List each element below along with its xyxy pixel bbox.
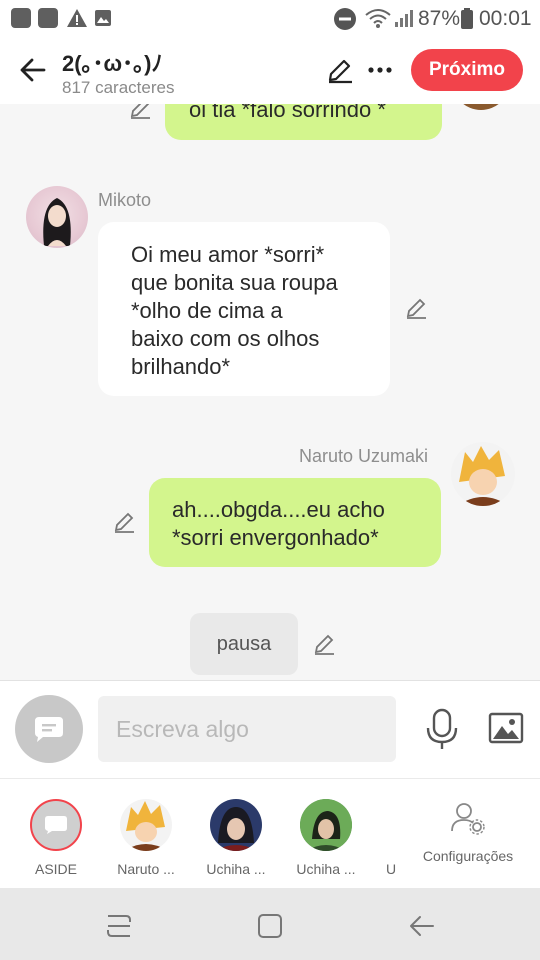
character-label: Uchiha ...	[206, 861, 266, 877]
message-line: *sorri envergonhado*	[172, 525, 379, 550]
chat-area[interactable]: oi tia *falo sorrindo * Mikoto Oi meu am…	[0, 104, 540, 680]
notification-icon	[38, 8, 58, 28]
edit-pencil-icon[interactable]	[326, 56, 354, 84]
pause-bubble[interactable]: pausa	[190, 613, 298, 675]
avatar[interactable]	[452, 104, 510, 110]
message-bubble[interactable]: ah....obgda....eu acho *sorri envergonha…	[149, 478, 441, 567]
message-text: oi tia *falo sorrindo *	[189, 104, 386, 122]
character-label: Naruto ...	[117, 861, 175, 877]
avatar[interactable]	[451, 442, 515, 506]
message-line: ah....obgda....eu acho	[172, 497, 385, 522]
edit-pencil-icon[interactable]	[312, 632, 336, 656]
back-icon[interactable]	[406, 912, 436, 940]
character-selector: ASIDE Naruto ... Uchiha ... Uchiha ... U	[0, 778, 540, 888]
message-line: baixo com os olhos	[131, 326, 320, 351]
character-label: U	[385, 861, 397, 877]
back-arrow-icon[interactable]	[18, 56, 46, 84]
image-icon	[95, 10, 111, 26]
character-naruto[interactable]	[120, 799, 172, 851]
character-uchiha-1[interactable]	[210, 799, 262, 851]
status-bar: 87% 00:01	[0, 0, 540, 38]
clock: 00:01	[479, 7, 532, 30]
message-line: *olho de cima a	[131, 298, 283, 323]
battery-icon	[461, 8, 473, 29]
story-title: 2(｡･ω･｡)ﾉ	[62, 51, 163, 76]
pause-text: pausa	[216, 633, 272, 655]
warning-icon	[67, 9, 87, 27]
message-bubble[interactable]: oi tia *falo sorrindo *	[165, 104, 442, 140]
editor-header: 2(｡･ω･｡)ﾉ 817 caracteres Próximo	[0, 38, 540, 104]
edit-pencil-icon[interactable]	[112, 510, 136, 534]
chat-bubble-icon	[35, 717, 63, 742]
message-line: que bonita sua roupa	[131, 270, 338, 295]
recent-apps-icon[interactable]	[104, 912, 134, 940]
settings-label[interactable]: Configurações	[422, 848, 514, 864]
edit-pencil-icon[interactable]	[128, 104, 152, 120]
message-line: brilhando*	[131, 354, 231, 379]
image-upload-icon[interactable]	[488, 712, 524, 744]
avatar[interactable]	[26, 186, 88, 248]
character-uchiha-2[interactable]	[300, 799, 352, 851]
sender-name: Mikoto	[98, 190, 152, 210]
character-count: 817 caracteres	[62, 78, 175, 97]
chat-bubble-icon	[45, 816, 67, 834]
message-input[interactable]: Escreva algo	[98, 696, 396, 762]
message-line: Oi meu amor *sorri*	[131, 242, 325, 267]
next-button[interactable]: Próximo	[411, 49, 523, 91]
settings-person-icon[interactable]	[450, 801, 486, 835]
dnd-icon	[334, 8, 356, 30]
sender-name: Naruto Uzumaki	[299, 446, 429, 466]
signal-icon	[395, 10, 413, 27]
character-label: Uchiha ...	[296, 861, 356, 877]
notification-icon	[11, 8, 31, 28]
more-options-icon[interactable]	[367, 60, 393, 80]
character-label: ASIDE	[34, 861, 77, 877]
character-aside[interactable]	[30, 799, 82, 851]
edit-pencil-icon[interactable]	[404, 296, 428, 320]
microphone-icon[interactable]	[425, 708, 459, 752]
aside-toggle-button[interactable]	[15, 695, 83, 763]
home-icon[interactable]	[256, 912, 284, 940]
wifi-icon	[365, 9, 391, 28]
system-nav-bar	[0, 888, 540, 960]
composer-bar: Escreva algo	[0, 680, 540, 778]
battery-percent: 87%	[418, 7, 461, 30]
message-bubble[interactable]: Oi meu amor *sorri* que bonita sua roupa…	[98, 222, 390, 396]
